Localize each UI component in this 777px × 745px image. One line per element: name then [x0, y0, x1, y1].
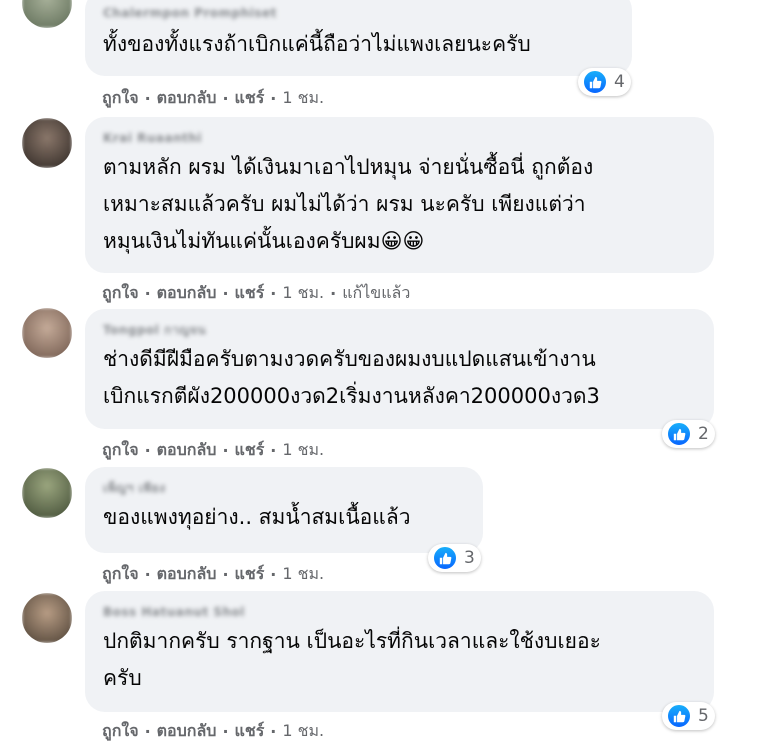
comment-line: ช่างดีมีฝีมือครับตามงวดครับของผมงบแปดแสน… — [103, 347, 596, 371]
separator-dot: · — [144, 441, 151, 460]
reply-link[interactable]: ตอบกลับ — [157, 562, 217, 587]
timestamp-link[interactable]: 1 ชม. — [282, 86, 324, 111]
reaction-count-badge[interactable]: 4 — [578, 68, 631, 96]
comment-bubble: Chalermpon Promphiset ทั้งของทั้งแรงถ้าเ… — [85, 0, 632, 76]
comment-line: ทั้งของทั้งแรงถ้าเบิกแค่นี้ถือว่าไม่แพงเ… — [103, 32, 531, 56]
avatar[interactable] — [22, 0, 72, 28]
comments-thread: Chalermpon Promphiset ทั้งของทั้งแรงถ้าเ… — [0, 0, 777, 745]
reaction-count-badge[interactable]: 3 — [428, 544, 481, 572]
share-link[interactable]: แชร์ — [235, 281, 265, 306]
comment-text: ของแพงทุอย่าง.. สมน้ำสมเนื้อแล้ว — [103, 499, 465, 536]
share-link[interactable]: แชร์ — [235, 438, 265, 463]
thumbs-up-icon — [432, 545, 458, 571]
reply-link[interactable]: ตอบกลับ — [157, 438, 217, 463]
thumbs-up-icon — [582, 69, 608, 95]
like-link[interactable]: ถูกใจ — [102, 438, 139, 463]
comment-author[interactable]: Boss Hatuanut Shol — [103, 603, 245, 621]
comment-line: ครับ — [103, 666, 142, 690]
separator-dot: · — [144, 722, 151, 741]
reaction-count-badge[interactable]: 2 — [662, 420, 715, 448]
like-link[interactable]: ถูกใจ — [102, 719, 139, 744]
edited-label[interactable]: แก้ไขแล้ว — [342, 281, 410, 306]
timestamp-link[interactable]: 1 ชม. — [282, 562, 324, 587]
reply-link[interactable]: ตอบกลับ — [157, 86, 217, 111]
separator-dot: · — [222, 722, 229, 741]
comment-line: เบิกแรกตีผัง200000งวด2เริ่มงานหลังคา2000… — [103, 384, 600, 408]
comment-text: ปกติมากครับ รากฐาน เป็นอะไรที่กินเวลาและ… — [103, 623, 696, 697]
comment-actions: ถูกใจ · ตอบกลับ · แชร์ · 1 ชม. — [102, 719, 324, 744]
separator-dot: · — [144, 284, 151, 303]
separator-dot: · — [270, 441, 277, 460]
separator-dot: · — [270, 565, 277, 584]
comment-author[interactable]: Tongpol กาญจน — [103, 321, 206, 339]
comment-line: ของแพงทุอย่าง.. สมน้ำสมเนื้อแล้ว — [103, 505, 411, 529]
like-link[interactable]: ถูกใจ — [102, 562, 139, 587]
share-link[interactable]: แชร์ — [235, 562, 265, 587]
comment-bubble: Krai Ruaanthi ตามหลัก ผรม ได้เงินมาเอาไป… — [85, 117, 714, 273]
timestamp-link[interactable]: 1 ชม. — [282, 281, 324, 306]
comment-author[interactable]: เพ็ญฯ เพียง — [103, 479, 166, 497]
timestamp-link[interactable]: 1 ชม. — [282, 438, 324, 463]
separator-dot: · — [270, 89, 277, 108]
like-link[interactable]: ถูกใจ — [102, 86, 139, 111]
separator-dot: · — [222, 565, 229, 584]
separator-dot: · — [222, 89, 229, 108]
avatar[interactable] — [22, 468, 72, 518]
comment-bubble: Tongpol กาญจน ช่างดีมีฝีมือครับตามงวดครั… — [85, 309, 714, 429]
separator-dot: · — [270, 722, 277, 741]
comment-author[interactable]: Krai Ruaanthi — [103, 129, 202, 147]
reaction-count: 5 — [698, 706, 709, 726]
comment-text: ตามหลัก ผรม ได้เงินมาเอาไปหมุน จ่ายนั่นซ… — [103, 149, 696, 260]
share-link[interactable]: แชร์ — [235, 719, 265, 744]
comment-actions: ถูกใจ · ตอบกลับ · แชร์ · 1 ชม. — [102, 562, 324, 587]
thumbs-up-icon — [666, 421, 692, 447]
reaction-count: 4 — [614, 72, 625, 92]
separator-dot: · — [270, 284, 277, 303]
comment-line: ปกติมากครับ รากฐาน เป็นอะไรที่กินเวลาและ… — [103, 629, 601, 653]
reply-link[interactable]: ตอบกลับ — [157, 281, 217, 306]
timestamp-link[interactable]: 1 ชม. — [282, 719, 324, 744]
comment-actions: ถูกใจ · ตอบกลับ · แชร์ · 1 ชม. — [102, 438, 324, 463]
reaction-count-badge[interactable]: 5 — [662, 702, 715, 730]
share-link[interactable]: แชร์ — [235, 86, 265, 111]
comment-line: หมุนเงินไม่ทันแค่นั้นเองครับผม😀😀 — [103, 229, 425, 253]
comment-actions: ถูกใจ · ตอบกลับ · แชร์ · 1 ชม. · แก้ไขแล… — [102, 281, 410, 306]
like-link[interactable]: ถูกใจ — [102, 281, 139, 306]
separator-dot: · — [222, 441, 229, 460]
separator-dot: · — [144, 89, 151, 108]
separator-dot: · — [144, 565, 151, 584]
comment-text: ทั้งของทั้งแรงถ้าเบิกแค่นี้ถือว่าไม่แพงเ… — [103, 26, 614, 63]
thumbs-up-icon — [666, 703, 692, 729]
avatar[interactable] — [22, 593, 72, 643]
comment-line: เหมาะสมแล้วครับ ผมไม่ได้ว่า ผรม นะครับ เ… — [103, 192, 586, 216]
avatar[interactable] — [22, 118, 72, 168]
reaction-count: 3 — [464, 548, 475, 568]
comment-author[interactable]: Chalermpon Promphiset — [103, 4, 277, 22]
comment-bubble: Boss Hatuanut Shol ปกติมากครับ รากฐาน เป… — [85, 591, 714, 712]
avatar[interactable] — [22, 308, 72, 358]
comment-text: ช่างดีมีฝีมือครับตามงวดครับของผมงบแปดแสน… — [103, 341, 696, 415]
separator-dot: · — [222, 284, 229, 303]
comment-actions: ถูกใจ · ตอบกลับ · แชร์ · 1 ชม. — [102, 86, 324, 111]
reaction-count: 2 — [698, 424, 709, 444]
comment-line: ตามหลัก ผรม ได้เงินมาเอาไปหมุน จ่ายนั่นซ… — [103, 155, 594, 179]
separator-dot: · — [330, 284, 337, 303]
reply-link[interactable]: ตอบกลับ — [157, 719, 217, 744]
comment-bubble: เพ็ญฯ เพียง ของแพงทุอย่าง.. สมน้ำสมเนื้อ… — [85, 467, 483, 553]
